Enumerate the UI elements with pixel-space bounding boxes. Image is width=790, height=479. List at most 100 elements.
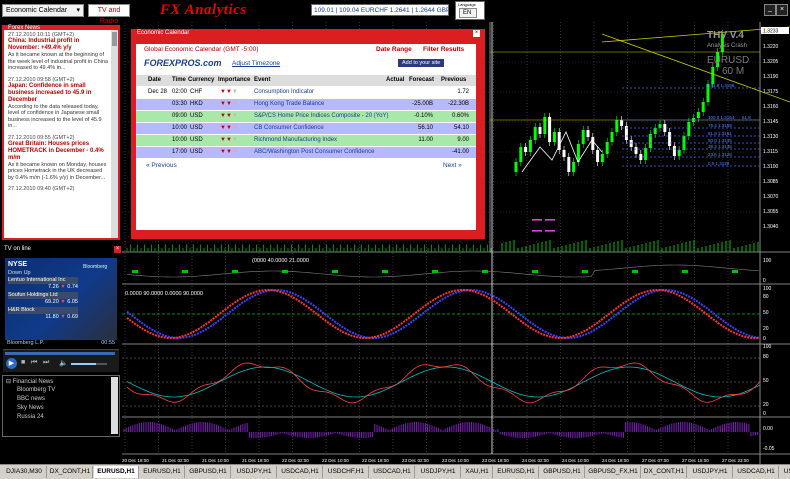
chart-tab[interactable]: EURUSD,H1 [140, 466, 185, 478]
price-tick: 1.3190 [763, 74, 779, 80]
col-previous: Previous [441, 77, 467, 83]
news-headline[interactable]: Great Britain: Houses prices HOMETRACK i… [8, 141, 108, 162]
candle-body [711, 67, 715, 84]
date-range-link[interactable]: Date Range [376, 46, 412, 53]
next-icon[interactable]: ⏭ [43, 359, 49, 367]
down-arrow-icon: ▼ [60, 298, 66, 305]
filter-results-link[interactable]: Filter Results [423, 46, 464, 53]
chart-tab[interactable]: USDCAD,H1 [370, 466, 415, 478]
calendar-row[interactable]: 10:00 USD Richmond Manufacturing Index 11.0… [136, 135, 476, 146]
tv-radio-button[interactable]: TV and Radio [88, 4, 130, 25]
importance-bulls-icon: ▼▼▼ [220, 101, 238, 107]
chart-tab[interactable]: USDCAD,H1 [278, 466, 323, 478]
tree-item[interactable]: Sky News [17, 405, 44, 411]
fib-label: 61.8 1.3151 [708, 131, 732, 136]
chart-tab[interactable]: USDCHF,H1 [324, 466, 369, 478]
candle-body [548, 117, 552, 142]
chart-tab[interactable]: USDCHF,H1 [780, 466, 790, 478]
chart-symbol-label: EURUSD [707, 55, 749, 66]
candle-body [514, 162, 518, 172]
news-scrollbar[interactable] [111, 30, 118, 238]
ind1-tick: 0 [763, 278, 766, 284]
chart-tab[interactable]: DJIA30,M30 [2, 466, 47, 478]
news-headline[interactable]: Japan: Confidence in small business incr… [8, 83, 108, 104]
time-tick: 27 Dec 23:00 [722, 458, 749, 463]
candle-body [658, 124, 662, 128]
calendar-cell-time: 03:30 [172, 101, 188, 107]
quote-change: 0.74 [67, 283, 78, 290]
tv-video[interactable]: NYSE Down Up Bloomberg Lentuo Internatio… [5, 258, 117, 340]
stop-icon[interactable]: ■ [21, 359, 25, 366]
col-importance: Importance [218, 77, 251, 83]
next-page-link[interactable]: Next » [443, 162, 462, 169]
calendar-cell-event: Hong Kong Trade Balance [254, 101, 325, 107]
calendar-cell-event: Richmond Manufacturing Index [254, 137, 338, 143]
chart-tab[interactable]: EURUSD,H1 [94, 466, 139, 478]
tree-root[interactable]: ⊟ Financial News [6, 378, 53, 385]
chart-tab[interactable]: GBPUSD,H1 [186, 466, 231, 478]
calendar-select[interactable]: Economic Calendar ▾ [2, 4, 84, 17]
chart-tab[interactable]: USDJPY,H1 [416, 466, 461, 478]
candle-body [533, 127, 537, 140]
previous-page-link[interactable]: « Previous [146, 162, 177, 169]
news-scroll-thumb[interactable] [112, 32, 117, 46]
add-to-site-button[interactable]: Add to your site [398, 59, 445, 67]
price-tick: 1.3175 [763, 89, 779, 95]
tree-item[interactable]: BBC news [17, 396, 45, 402]
ind2-tick: 50 [763, 310, 769, 316]
calendar-row[interactable]: Dec 28 02:00 CHF Consumption Indicator 1.72 ▼… [136, 87, 476, 98]
news-item[interactable]: 27.12.2010 09:55 (GMT+2) Great Britain: … [4, 133, 111, 185]
volume-slider[interactable] [71, 363, 107, 365]
chart-tab[interactable]: GBPUSD_FX,H1 [586, 466, 641, 478]
news-list[interactable]: 27.12.2010 10:11 (GMT+2) China: Industri… [4, 30, 111, 238]
play-icon[interactable]: ▶ [6, 358, 17, 369]
fib-label: 161.8 1.3196 [708, 83, 735, 88]
signal-marker [532, 230, 542, 232]
chart-tab[interactable]: USDJPY,H1 [232, 466, 277, 478]
seek-bar[interactable] [5, 352, 115, 355]
chart-tab[interactable]: USDJPY,H1 [688, 466, 733, 478]
volume-icon[interactable]: 🔈 [59, 359, 68, 367]
tree-item[interactable]: Russia 24 [17, 414, 44, 420]
ind1-bar [132, 270, 138, 273]
price-tick: 1.3205 [763, 59, 779, 65]
time-tick: 21 Dec 18:00 [242, 458, 269, 463]
ind3-tick: 20 [763, 402, 769, 408]
close-icon[interactable]: × [473, 30, 480, 37]
minimize-icon[interactable]: _ [764, 4, 776, 16]
calendar-cell-time: 10:00 [172, 125, 188, 131]
news-item[interactable]: 27.12.2010 10:11 (GMT+2) China: Industri… [4, 30, 111, 75]
chart-tab[interactable]: GBPUSD,H1 [540, 466, 585, 478]
news-body: As it became known at the beginning of t… [8, 52, 108, 71]
tree-scrollbar[interactable] [111, 377, 118, 434]
calendar-row[interactable]: 10:00 USD CB Consumer Confidence 56.10 54.10… [136, 123, 476, 134]
calendar-row[interactable]: 03:30 HKD Hong Kong Trade Balance -25.00B -2… [136, 99, 476, 110]
chart-tab[interactable]: EURUSD,H1 [494, 466, 539, 478]
close-icon[interactable]: × [114, 246, 121, 253]
forexpros-logo: FOREXPROS.com [144, 58, 222, 68]
tv-caption-bar: Bloomberg L.P. 00:55 [5, 340, 117, 348]
language-select[interactable]: EN [459, 8, 477, 18]
calendar-cell-forecast: -0.10% [413, 113, 433, 119]
chart-tabs: DJIA30,M30 DX_CONT,H1 EURUSD,H1 EURUSD,H1 GB… [0, 464, 790, 479]
ind2-tick: 20 [763, 326, 769, 332]
calendar-row[interactable]: 17:00 USD ABC/Washington Post Consumer Con… [136, 147, 476, 158]
price-tick: 1.3085 [763, 179, 779, 185]
calendar-cell-event: ABC/Washington Post Consumer Confidence [254, 149, 375, 155]
adjust-timezone-link[interactable]: Adjust Timezone [232, 60, 280, 67]
chart-tab[interactable]: DX_CONT,H1 [642, 466, 687, 478]
close-icon[interactable]: × [776, 4, 788, 16]
col-date: Date [148, 77, 162, 83]
previous-icon[interactable]: ⏮ [31, 359, 37, 367]
chart-tab[interactable]: DX_CONT,H1 [48, 466, 93, 478]
tree-item[interactable]: Bloomberg TV [17, 387, 55, 393]
news-item[interactable]: 27.12.2010 09:58 (GMT+2) Japan: Confiden… [4, 75, 111, 133]
quote-price: 7.26 [48, 283, 59, 290]
price-tick: 1.3040 [763, 224, 779, 230]
chart-tab[interactable]: USDCAD,H1 [734, 466, 779, 478]
chart-tab[interactable]: XAU,H1 [462, 466, 493, 478]
ticker-marquee: 109.01 | 109.04 EURCHF 1.2641 | 1.2644 G… [311, 4, 449, 16]
calendar-row[interactable]: 09:00 USD S&P/CS Home Price Indices Compos… [136, 111, 476, 122]
news-item[interactable]: 27.12.2010 09:40 (GMT+2) [4, 184, 111, 195]
news-headline[interactable]: China: Industrial profit in November: +4… [8, 38, 108, 52]
